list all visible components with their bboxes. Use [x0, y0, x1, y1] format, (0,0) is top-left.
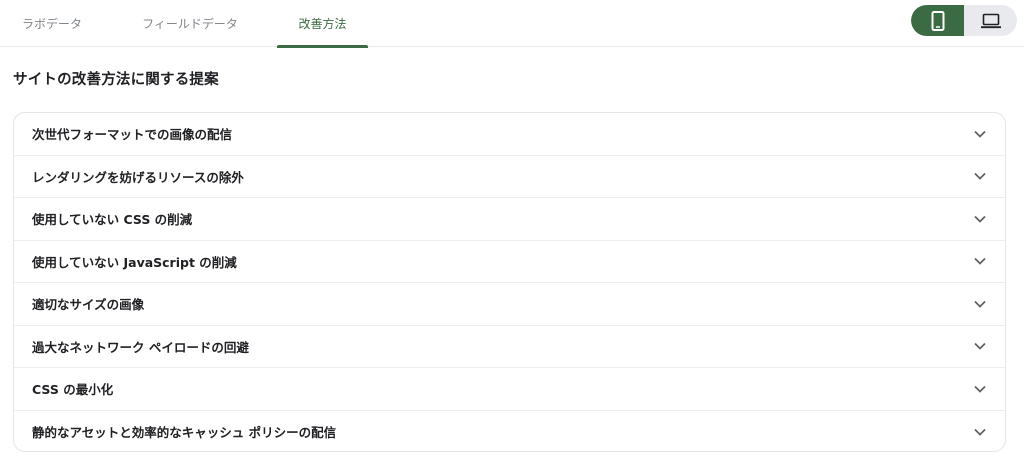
accordion-item-label: CSS の最小化 — [32, 382, 114, 398]
desktop-button[interactable] — [964, 5, 1017, 36]
accordion-item-label: 次世代フォーマットでの画像の配信 — [32, 127, 233, 143]
accordion-item[interactable]: 次世代フォーマットでの画像の配信 — [14, 113, 1005, 156]
mobile-icon — [931, 10, 944, 31]
accordion-item-label: 過大なネットワーク ペイロードの回避 — [32, 339, 249, 355]
tab-field-data[interactable]: フィールドデータ — [122, 0, 258, 47]
chevron-down-icon — [973, 169, 987, 183]
tab-label: フィールドデータ — [142, 17, 238, 31]
accordion-item[interactable]: 適切なサイズの画像 — [14, 283, 1005, 326]
device-toggle — [911, 5, 1017, 36]
chevron-down-icon — [973, 212, 987, 226]
chevron-down-icon — [973, 254, 987, 268]
improvement-accordion: 次世代フォーマットでの画像の配信 レンダリングを妨げるリソースの除外 使用してい… — [13, 112, 1006, 452]
chevron-down-icon — [973, 339, 987, 353]
accordion-item[interactable]: CSS の最小化 — [14, 368, 1005, 411]
accordion-item-label: 使用していない JavaScript の削減 — [32, 254, 237, 270]
tab-lab-data[interactable]: ラボデータ — [0, 0, 104, 47]
laptop-icon — [980, 13, 1001, 28]
tab-label: ラボデータ — [21, 17, 82, 31]
accordion-item[interactable]: 使用していない JavaScript の削減 — [14, 241, 1005, 283]
accordion-item-label: 適切なサイズの画像 — [32, 297, 145, 313]
accordion-item-label: 静的なアセットと効率的なキャッシュ ポリシーの配信 — [32, 425, 337, 441]
tab-improvements[interactable]: 改善方法 — [277, 0, 368, 48]
accordion-item[interactable]: 過大なネットワーク ペイロードの回避 — [14, 326, 1005, 368]
chevron-down-icon — [973, 382, 987, 396]
chevron-down-icon — [973, 425, 987, 439]
page-title: サイトの改善方法に関する提案 — [13, 72, 219, 88]
accordion-item-label: 使用していない CSS の削減 — [32, 212, 193, 228]
chevron-down-icon — [973, 297, 987, 311]
tab-label: 改善方法 — [298, 17, 347, 31]
accordion-item[interactable]: レンダリングを妨げるリソースの除外 — [14, 156, 1005, 198]
top-bar: ラボデータ フィールドデータ 改善方法 — [0, 0, 1024, 48]
mobile-button[interactable] — [911, 5, 964, 36]
accordion-item[interactable]: 使用していない CSS の削減 — [14, 198, 1005, 241]
accordion-item-label: レンダリングを妨げるリソースの除外 — [32, 169, 244, 185]
accordion-item[interactable]: 静的なアセットと効率的なキャッシュ ポリシーの配信 — [14, 411, 1005, 452]
chevron-down-icon — [973, 127, 987, 141]
